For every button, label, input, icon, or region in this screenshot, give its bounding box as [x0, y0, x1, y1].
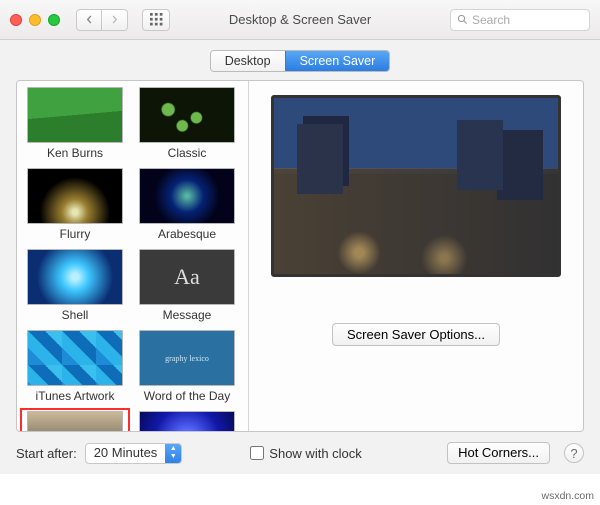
start-after-select[interactable]: 20 Minutes ▲▼ — [85, 443, 183, 464]
search-icon — [457, 14, 468, 25]
saver-label: Message — [160, 308, 215, 324]
preview-pane: Screen Saver Options... — [249, 81, 583, 431]
tab-desktop[interactable]: Desktop — [211, 51, 285, 71]
saver-label: Classic — [165, 146, 210, 162]
tab-screensaver[interactable]: Screen Saver — [285, 51, 390, 71]
saver-thumb: graphy lexico — [139, 330, 235, 386]
saver-item-wotd[interactable]: graphy lexico Word of the Day — [133, 328, 241, 407]
titlebar: Desktop & Screen Saver Search — [0, 0, 600, 40]
saver-label: iTunes Artwork — [33, 389, 118, 405]
saver-thumb — [139, 168, 235, 224]
show-with-clock-label: Show with clock — [269, 446, 361, 461]
screensaver-options-button[interactable]: Screen Saver Options... — [332, 323, 500, 346]
saver-item-shell[interactable]: Shell — [21, 247, 129, 326]
hot-corners-button[interactable]: Hot Corners... — [447, 442, 550, 464]
saver-item-message[interactable]: Aa Message — [133, 247, 241, 326]
tab-bar: Desktop Screen Saver — [0, 40, 600, 80]
history-nav — [76, 9, 128, 31]
search-field[interactable]: Search — [450, 9, 590, 31]
saver-thumb — [139, 87, 235, 143]
footer: Start after: 20 Minutes ▲▼ Show with clo… — [0, 432, 600, 474]
saver-list[interactable]: Ken Burns Classic Flurry Arabesque Shell Aa Me… — [17, 81, 249, 431]
saver-item-arabesque[interactable]: Arabesque — [133, 166, 241, 245]
watermark: wsxdn.com — [541, 490, 594, 502]
saver-thumb — [27, 87, 123, 143]
saver-thumb — [27, 411, 123, 431]
start-after-value: 20 Minutes — [86, 444, 166, 463]
saver-label: Flurry — [57, 227, 94, 243]
close-window-button[interactable] — [10, 14, 22, 26]
window-title: Desktop & Screen Saver — [229, 12, 371, 27]
show-with-clock-input[interactable] — [250, 446, 264, 460]
saver-label: Arabesque — [155, 227, 219, 243]
saver-thumb — [27, 249, 123, 305]
saver-thumb — [27, 168, 123, 224]
minimize-window-button[interactable] — [29, 14, 41, 26]
content: Ken Burns Classic Flurry Arabesque Shell Aa Me… — [0, 80, 600, 432]
saver-label: Ken Burns — [44, 146, 106, 162]
zoom-window-button[interactable] — [48, 14, 60, 26]
preferences-window: Desktop & Screen Saver Search Desktop Sc… — [0, 0, 600, 474]
back-button[interactable] — [76, 9, 102, 31]
stepper-icon: ▲▼ — [165, 444, 181, 463]
show-with-clock-checkbox[interactable]: Show with clock — [250, 446, 361, 461]
screensaver-preview — [271, 95, 561, 277]
help-button[interactable]: ? — [564, 443, 584, 463]
search-placeholder: Search — [472, 13, 510, 27]
saver-item-classic[interactable]: Classic — [133, 85, 241, 164]
screensaver-panel: Ken Burns Classic Flurry Arabesque Shell Aa Me… — [16, 80, 584, 432]
saver-label: Word of the Day — [141, 389, 233, 405]
saver-item-aerial[interactable]: Aerial — [21, 409, 129, 431]
show-all-button[interactable] — [142, 9, 170, 31]
tab-segmented-control: Desktop Screen Saver — [210, 50, 391, 72]
saver-item-random[interactable]: Random — [133, 409, 241, 431]
start-after-label: Start after: — [16, 446, 77, 461]
saver-item-kenburns[interactable]: Ken Burns — [21, 85, 129, 164]
window-controls — [10, 14, 60, 26]
forward-button[interactable] — [102, 9, 128, 31]
saver-item-flurry[interactable]: Flurry — [21, 166, 129, 245]
saver-thumb — [139, 411, 235, 431]
saver-thumb — [27, 330, 123, 386]
saver-thumb: Aa — [139, 249, 235, 305]
saver-item-itunes[interactable]: iTunes Artwork — [21, 328, 129, 407]
saver-label: Shell — [59, 308, 92, 324]
